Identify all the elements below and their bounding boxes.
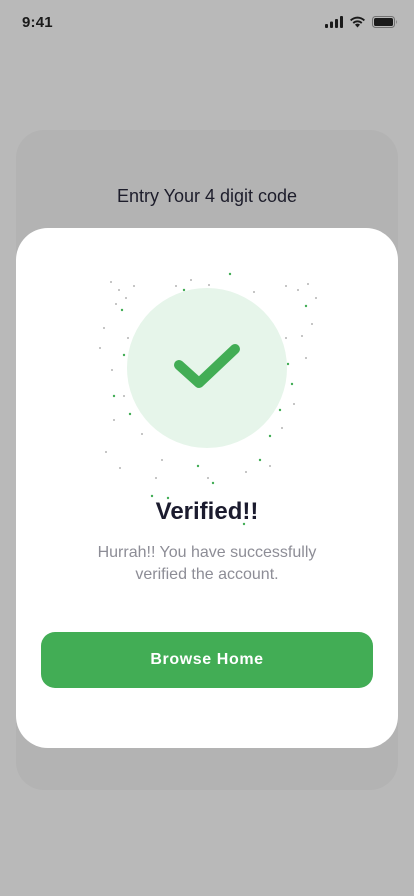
status-icons	[325, 16, 398, 28]
status-bar: 9:41	[0, 0, 414, 44]
status-time: 9:41	[22, 14, 53, 31]
browse-home-button[interactable]: Browse Home	[41, 632, 373, 688]
checkmark-icon	[172, 341, 242, 396]
signal-icon	[325, 16, 343, 28]
verification-screen: 9:41 Entry Your 4 digit code Verified!! …	[0, 0, 414, 896]
dialog-title: Verified!!	[155, 498, 259, 525]
battery-icon	[372, 16, 398, 28]
dialog-message: Hurrah!! You have successfully verified …	[97, 544, 317, 583]
success-badge	[127, 288, 287, 448]
code-entry-title: Entry Your 4 digit code	[116, 186, 298, 206]
wifi-icon	[349, 16, 366, 28]
verified-dialog: Verified!! Hurrah!! You have successfull…	[16, 228, 398, 748]
